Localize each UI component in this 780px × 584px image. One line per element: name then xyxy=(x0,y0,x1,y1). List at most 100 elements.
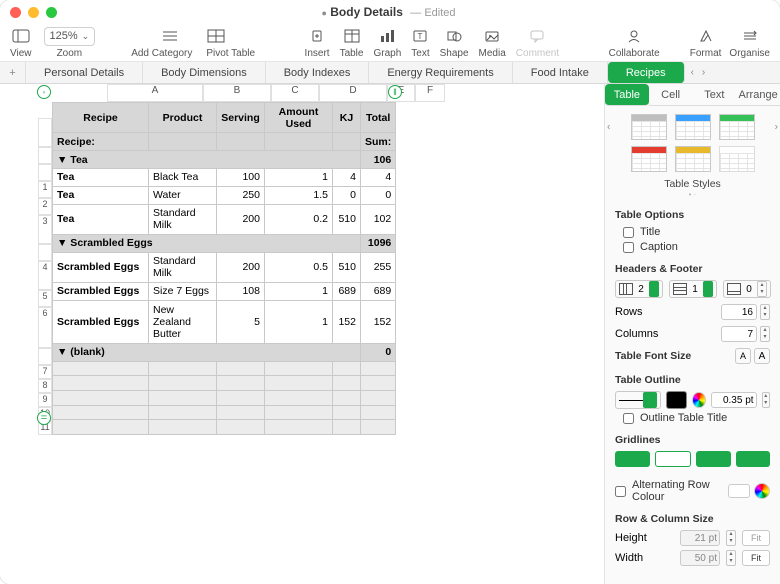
cell[interactable] xyxy=(265,133,333,151)
color-picker-icon[interactable] xyxy=(754,483,770,499)
empty-cell[interactable] xyxy=(217,376,265,391)
width-stepper[interactable]: ▴▾ xyxy=(726,550,736,566)
empty-cell[interactable] xyxy=(149,405,217,420)
sheet-tab-recipes[interactable]: Recipes xyxy=(608,62,685,83)
styles-next-icon[interactable]: › xyxy=(775,122,778,133)
table-style-green[interactable] xyxy=(719,114,755,140)
columns-input[interactable] xyxy=(721,326,757,342)
row-header[interactable] xyxy=(38,118,52,147)
column-header-cell[interactable]: KJ xyxy=(333,103,361,133)
width-input[interactable] xyxy=(680,550,720,566)
row-header[interactable] xyxy=(38,164,52,181)
header-cols-stepper[interactable]: 2 xyxy=(615,280,663,298)
collaborate-icon[interactable] xyxy=(625,28,643,44)
empty-cell[interactable] xyxy=(361,405,396,420)
gridlines-header-h[interactable] xyxy=(696,451,731,467)
pivot-table[interactable]: RecipeProductServingAmount UsedKJTotalRe… xyxy=(52,102,396,435)
amount-used-cell[interactable]: 1 xyxy=(265,300,333,343)
group-header-cell[interactable]: ▼ Tea xyxy=(53,151,361,169)
column-header[interactable]: A xyxy=(107,84,203,102)
sheet-tab-food-intake[interactable]: Food Intake xyxy=(513,62,608,83)
kj-cell[interactable]: 510 xyxy=(333,204,361,234)
recipe-cell[interactable]: Scrambled Eggs xyxy=(53,300,149,343)
empty-cell[interactable] xyxy=(217,361,265,376)
total-cell[interactable]: 255 xyxy=(361,252,396,282)
outline-style-select[interactable] xyxy=(615,391,661,409)
recipe-cell[interactable]: Tea xyxy=(53,204,149,234)
zoom-select[interactable]: 125% ⌄ xyxy=(44,27,96,46)
amount-used-cell[interactable]: 1 xyxy=(265,283,333,301)
text-icon[interactable]: T xyxy=(411,28,429,44)
empty-cell[interactable] xyxy=(217,390,265,405)
row-header[interactable]: 2 xyxy=(38,198,52,215)
product-cell[interactable]: Size 7 Eggs xyxy=(149,283,217,301)
row-header[interactable]: 4 xyxy=(38,261,52,290)
empty-cell[interactable] xyxy=(265,376,333,391)
media-icon[interactable] xyxy=(483,28,501,44)
empty-cell[interactable] xyxy=(217,420,265,435)
maximize-icon[interactable] xyxy=(46,7,57,18)
recipe-label-cell[interactable]: Recipe: xyxy=(53,133,149,151)
gridlines-horiz[interactable] xyxy=(615,451,650,467)
font-size-decrease[interactable]: A xyxy=(735,348,751,364)
kj-cell[interactable]: 0 xyxy=(333,186,361,204)
kj-cell[interactable]: 4 xyxy=(333,168,361,186)
row-header[interactable] xyxy=(38,348,52,365)
empty-cell[interactable] xyxy=(361,361,396,376)
rows-stepper[interactable]: ▴▾ xyxy=(760,304,770,320)
column-header-cell[interactable]: Amount Used xyxy=(265,103,333,133)
recipe-cell[interactable]: Scrambled Eggs xyxy=(53,283,149,301)
outline-width-input[interactable] xyxy=(711,392,757,408)
recipe-cell[interactable]: Tea xyxy=(53,186,149,204)
group-total-cell[interactable]: 1096 xyxy=(361,234,396,252)
gridlines-vert[interactable] xyxy=(655,451,692,467)
product-cell[interactable]: Standard Milk xyxy=(149,204,217,234)
outline-width-stepper[interactable]: ▴▾ xyxy=(762,392,770,408)
group-total-cell[interactable]: 0 xyxy=(361,343,396,361)
empty-cell[interactable] xyxy=(361,376,396,391)
shape-icon[interactable] xyxy=(445,28,463,44)
empty-cell[interactable] xyxy=(149,420,217,435)
styles-prev-icon[interactable]: ‹ xyxy=(607,122,610,133)
empty-cell[interactable] xyxy=(53,405,149,420)
empty-cell[interactable] xyxy=(333,390,361,405)
empty-cell[interactable] xyxy=(149,376,217,391)
row-header[interactable] xyxy=(38,244,52,261)
column-header[interactable]: C xyxy=(271,84,319,102)
table-style-blue[interactable] xyxy=(675,114,711,140)
empty-cell[interactable] xyxy=(333,361,361,376)
empty-cell[interactable] xyxy=(333,405,361,420)
row-header[interactable]: 1 xyxy=(38,181,52,198)
footer-rows-stepper[interactable]: 0▴▾ xyxy=(723,280,771,298)
column-header-cell[interactable]: Recipe xyxy=(53,103,149,133)
height-input[interactable] xyxy=(680,530,720,546)
total-cell[interactable]: 102 xyxy=(361,204,396,234)
empty-cell[interactable] xyxy=(53,376,149,391)
inspector-tab-arrange[interactable]: Arrange xyxy=(736,84,780,106)
gridlines-header-v[interactable] xyxy=(736,451,771,467)
table-icon[interactable] xyxy=(343,28,361,44)
width-fit-button[interactable]: Fit xyxy=(742,550,770,566)
empty-cell[interactable] xyxy=(149,390,217,405)
table-style-yellow[interactable] xyxy=(675,146,711,172)
empty-cell[interactable] xyxy=(53,420,149,435)
header-rows-stepper[interactable]: 1 xyxy=(669,280,717,298)
product-cell[interactable]: New Zealand Butter xyxy=(149,300,217,343)
group-header-cell[interactable]: ▼ Scrambled Eggs xyxy=(53,234,361,252)
empty-cell[interactable] xyxy=(53,361,149,376)
total-cell[interactable]: 689 xyxy=(361,283,396,301)
empty-cell[interactable] xyxy=(265,390,333,405)
empty-cell[interactable] xyxy=(333,420,361,435)
rows-input[interactable] xyxy=(721,304,757,320)
sheet-tab-body-indexes[interactable]: Body Indexes xyxy=(266,62,370,83)
format-icon[interactable] xyxy=(697,28,715,44)
recipe-cell[interactable]: Scrambled Eggs xyxy=(53,252,149,282)
inspector-tab-text[interactable]: Text xyxy=(693,84,737,106)
cell[interactable] xyxy=(149,133,217,151)
tabs-next-icon[interactable]: › xyxy=(702,67,705,78)
product-cell[interactable]: Standard Milk xyxy=(149,252,217,282)
height-stepper[interactable]: ▴▾ xyxy=(726,530,736,546)
inspector-tab-table[interactable]: Table xyxy=(605,84,649,106)
table-add-row-button[interactable]: = xyxy=(37,411,51,425)
pivot-table-icon[interactable] xyxy=(207,28,225,44)
